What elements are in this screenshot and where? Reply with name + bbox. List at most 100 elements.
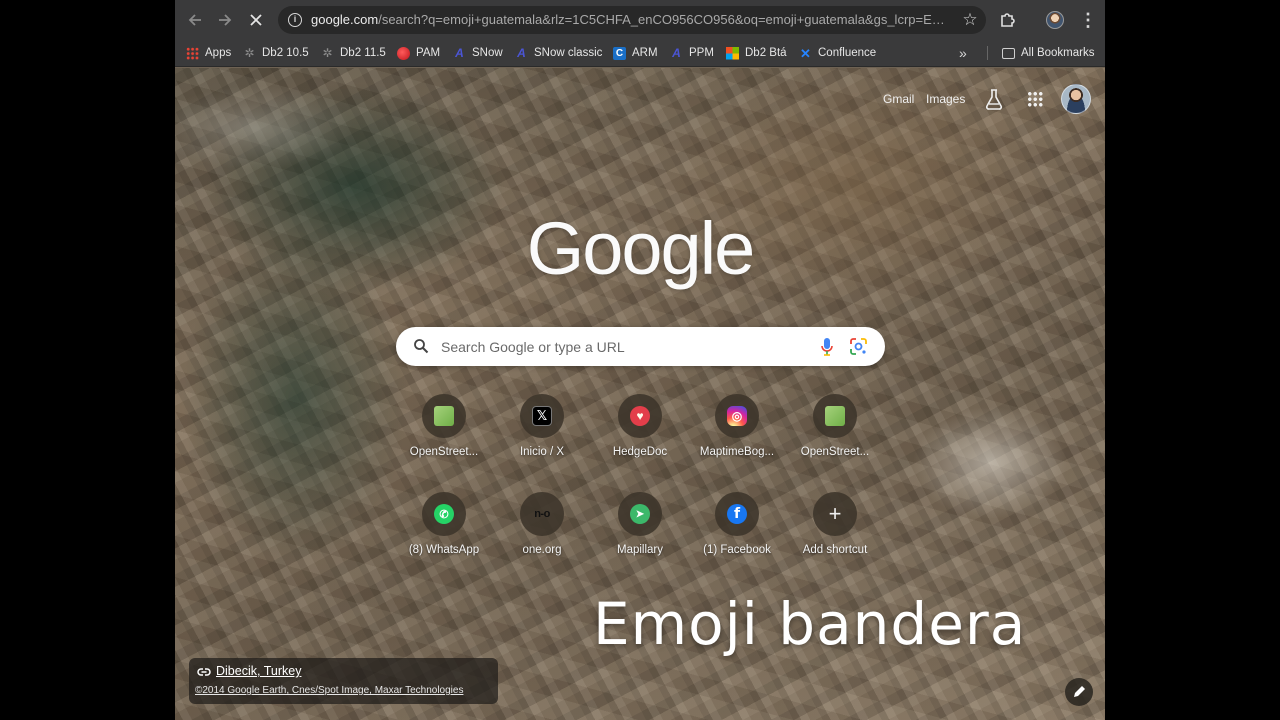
browser-window: i google.com/search?q=emoji+guatemala&rl… [175, 0, 1105, 720]
search-box[interactable] [396, 327, 885, 366]
shortcut-icon-circle: ♥ [618, 394, 662, 438]
bookmark-star-icon[interactable]: ☆ [960, 10, 980, 30]
puzzle-icon [1001, 13, 1015, 27]
pencil-icon [1074, 686, 1085, 697]
add-shortcut-button[interactable]: + Add shortcut [786, 492, 884, 582]
plus-icon: + [828, 501, 842, 526]
bookmark-label: All Bookmarks [1021, 47, 1095, 59]
hedgedoc-icon: ♥ [630, 406, 650, 426]
shortcut-label: OpenStreet... [800, 446, 870, 458]
arrow-left-icon [188, 14, 201, 26]
stop-loading-button[interactable] [244, 8, 268, 32]
bookmark-arm[interactable]: C ARM [613, 40, 658, 66]
confluence-icon: ✕ [800, 45, 811, 61]
attribution-credit-link[interactable]: ©2014 Google Earth, Cnes/Spot Image, Max… [195, 685, 463, 696]
ppm-icon: A [672, 45, 681, 60]
bookmark-pam[interactable]: PAM [397, 40, 440, 66]
customize-chrome-button[interactable] [1065, 678, 1093, 706]
bookmark-label: Db2 Btá [745, 47, 787, 59]
address-url[interactable]: google.com/search?q=emoji+guatemala&rlz=… [311, 6, 951, 34]
db2-icon: ✲ [244, 45, 255, 60]
one-org-icon: n-o [534, 508, 550, 520]
bookmark-snow-classic[interactable]: A SNow classic [515, 40, 602, 66]
url-path: /search?q=emoji+guatemala&rlz=1C5CHFA_en… [378, 12, 951, 27]
bookmark-db2-105[interactable]: ✲ Db2 10.5 [243, 40, 309, 66]
arm-icon: C [613, 46, 626, 60]
instagram-icon: ◎ [727, 406, 747, 426]
all-bookmarks[interactable]: All Bookmarks [1002, 40, 1095, 66]
url-host: google.com [311, 12, 379, 27]
shortcut-label: Add shortcut [802, 544, 868, 556]
bookmark-label: Db2 11.5 [340, 47, 386, 59]
address-bar[interactable]: i google.com/search?q=emoji+guatemala&rl… [278, 6, 986, 34]
shortcut-label: Inicio / X [519, 446, 565, 458]
bookmark-label: PAM [416, 47, 441, 59]
google-apps-icon[interactable] [1027, 91, 1043, 107]
facebook-icon: f [727, 504, 747, 524]
labs-flask-icon[interactable] [983, 87, 1005, 111]
gmail-link[interactable]: Gmail [883, 92, 914, 106]
whatsapp-icon: ✆ [434, 504, 454, 524]
images-link[interactable]: Images [926, 92, 965, 106]
arrow-right-icon [219, 14, 232, 26]
shortcut-icon-circle: n-o [520, 492, 564, 536]
shortcut-tile[interactable]: ➤ Mapillary [591, 492, 689, 582]
microphone-icon[interactable] [820, 337, 834, 357]
shortcut-label: HedgeDoc [612, 446, 668, 458]
bookmark-label: Confluence [818, 47, 877, 59]
shortcut-tile[interactable]: f (1) Facebook [688, 492, 786, 582]
shortcut-icon-circle: f [715, 492, 759, 536]
back-button[interactable] [183, 8, 207, 32]
servicenow-icon: A [455, 45, 464, 60]
bookmark-label: Db2 10.5 [262, 47, 309, 59]
shortcut-icon-circle [813, 394, 857, 438]
attribution-place-link[interactable]: Dibecik, Turkey [216, 664, 301, 678]
site-info-icon[interactable]: i [288, 13, 302, 27]
google-logo: Google [526, 207, 756, 290]
x-icon: 𝕏 [532, 406, 552, 426]
google-lens-icon[interactable] [850, 338, 867, 355]
bookmark-label: SNow [472, 47, 503, 59]
bookmarks-overflow-icon[interactable]: » [959, 40, 967, 66]
servicenow-icon: A [517, 45, 526, 60]
shortcut-label: (8) WhatsApp [408, 544, 480, 556]
shortcut-tile[interactable]: ✆ (8) WhatsApp [395, 492, 493, 582]
shortcut-tile[interactable]: ◎ MaptimeBog... [688, 394, 786, 484]
db2-icon: ✲ [322, 45, 333, 60]
new-tab-page: Gmail Images Google OpenStreet... 𝕏 Inic… [175, 68, 1105, 720]
profile-avatar[interactable] [1046, 11, 1064, 29]
search-icon [414, 339, 429, 354]
link-icon [197, 668, 211, 676]
openstreetmap-icon [825, 406, 845, 426]
shortcut-label: Mapillary [616, 544, 663, 556]
mapillary-icon: ➤ [630, 504, 650, 524]
pam-icon [397, 46, 410, 60]
bookmark-db2-bta[interactable]: Db2 Btá [726, 40, 787, 66]
shortcut-tile[interactable]: 𝕏 Inicio / X [493, 394, 591, 484]
close-icon [250, 14, 262, 26]
video-caption: Emoji bandera [593, 590, 1027, 658]
extensions-button[interactable] [997, 9, 1019, 31]
apps-grid-icon [186, 46, 199, 60]
forward-button[interactable] [213, 8, 237, 32]
folder-icon [1002, 48, 1015, 59]
bookmark-db2-115[interactable]: ✲ Db2 11.5 [321, 40, 386, 66]
microsoft-icon [726, 46, 739, 60]
bookmark-apps[interactable]: Apps [186, 40, 231, 66]
bookmark-ppm[interactable]: A PPM [670, 40, 714, 66]
bookmark-snow[interactable]: A SNow [453, 40, 503, 66]
bookmark-confluence[interactable]: ✕ Confluence [799, 40, 876, 66]
shortcut-icon-circle [422, 394, 466, 438]
shortcut-tile[interactable]: OpenStreet... [395, 394, 493, 484]
account-avatar[interactable] [1061, 84, 1091, 114]
shortcut-tile[interactable]: n-o one.org [493, 492, 591, 582]
shortcut-label: one.org [522, 544, 562, 556]
bookmark-label: Apps [205, 47, 232, 59]
browser-menu-icon[interactable]: ⋮ [1079, 8, 1097, 32]
browser-toolbar: i google.com/search?q=emoji+guatemala&rl… [175, 0, 1105, 40]
shortcut-tile[interactable]: OpenStreet... [786, 394, 884, 484]
bookmark-label: SNow classic [534, 47, 603, 59]
shortcut-tile[interactable]: ♥ HedgeDoc [591, 394, 689, 484]
search-input[interactable] [441, 327, 801, 366]
background-attribution: Dibecik, Turkey ©2014 Google Earth, Cnes… [189, 658, 498, 704]
